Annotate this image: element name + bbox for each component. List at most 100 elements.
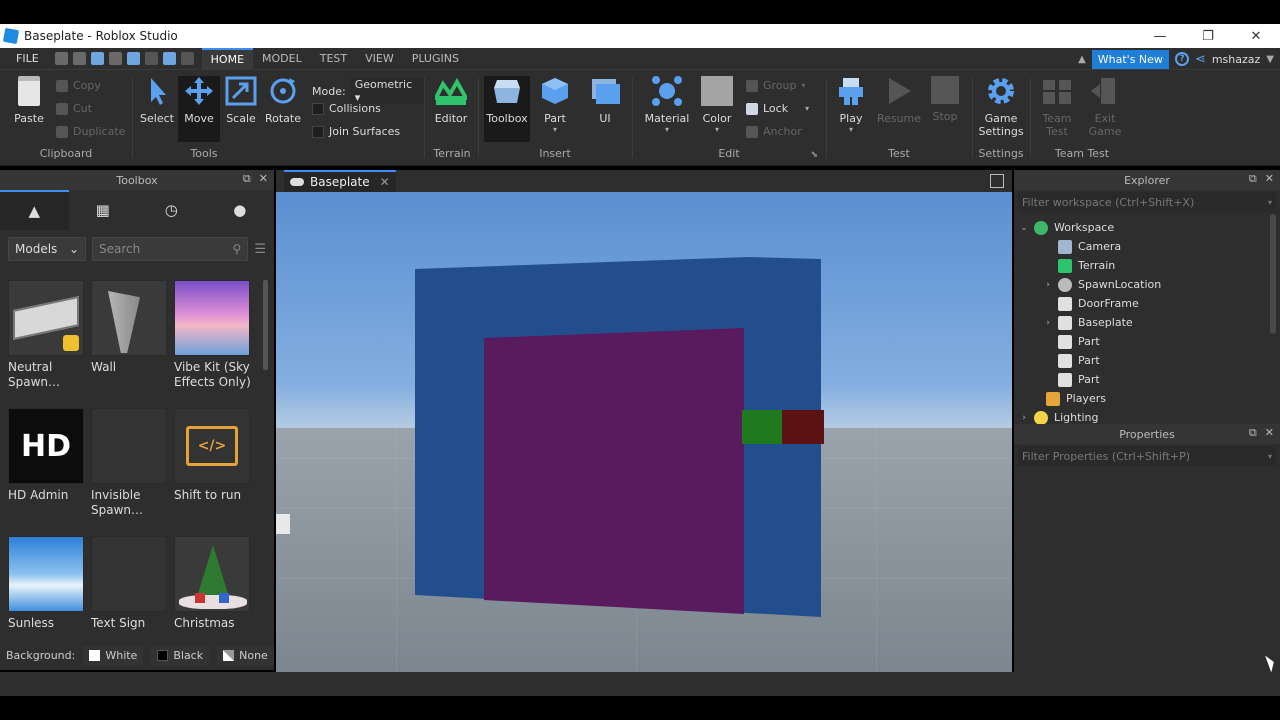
search-icon[interactable]: ⚲ [233,242,242,256]
share-icon[interactable]: ⋖ [1195,52,1206,67]
help-icon[interactable]: ? [1174,52,1189,66]
part-button[interactable]: Part ▾ [534,76,576,134]
undo-icon[interactable] [162,52,176,65]
new-icon[interactable] [72,52,86,65]
rotate-tool-button[interactable]: Rotate [262,76,304,125]
resume-button[interactable]: Resume [876,76,922,125]
edit-expand-icon[interactable]: ⬊ [810,150,818,160]
toolbox-item[interactable]: </> Shift to run [174,408,252,503]
collapse-arrow-icon[interactable]: ⌄ [1018,223,1030,233]
mode-dropdown[interactable]: Geometric ▾ [350,78,424,104]
minimize-button[interactable]: — [1136,24,1184,48]
username[interactable]: mshazaz [1212,53,1260,66]
cut-button[interactable]: Cut [56,102,92,115]
tree-node-players[interactable]: Players [1014,389,1280,408]
toolbox-item[interactable]: HD HD Admin [8,408,86,503]
plugin-icon[interactable] [126,52,140,65]
close-panel-icon[interactable]: ✕ [259,172,268,186]
tab-inventory[interactable]: ▦ [69,190,138,230]
join-surfaces-toggle[interactable]: Join Surfaces [312,125,400,138]
save-icon[interactable] [108,52,122,65]
material-dropdown-icon[interactable]: ▾ [644,125,690,134]
toolbox-item[interactable]: Vibe Kit (Sky Effects Only) [174,280,252,390]
stop-button[interactable]: Stop [924,76,966,123]
tree-node-doorframe[interactable]: DoorFrame [1014,294,1280,313]
chevron-down-icon[interactable]: ▾ [1268,452,1272,461]
background-white-option[interactable]: White [83,645,144,665]
tree-node-workspace[interactable]: ⌄ Workspace [1014,218,1280,237]
team-test-button[interactable]: Team Test [1036,76,1078,138]
close-panel-icon[interactable]: ✕ [1265,172,1274,186]
explorer-filter-input[interactable]: Filter workspace (Ctrl+Shift+X) ▾ [1018,192,1276,212]
tree-node-part[interactable]: Part [1014,351,1280,370]
undock-icon[interactable]: ⧉ [243,172,251,186]
close-panel-icon[interactable]: ✕ [1265,426,1274,440]
color-button[interactable]: Color ▾ [696,76,738,134]
collisions-checkbox[interactable] [312,102,324,115]
close-tab-icon[interactable]: ✕ [380,175,390,189]
expand-arrow-icon[interactable]: › [1018,413,1030,423]
fullscreen-icon[interactable] [990,174,1004,188]
maximize-button[interactable]: ❐ [1184,24,1232,48]
play-dropdown-icon[interactable]: ▾ [830,125,872,134]
group-button[interactable]: Group ▾ [746,79,806,92]
explorer-scrollbar[interactable] [1270,214,1276,334]
open-icon[interactable] [54,52,68,65]
toolbox-item[interactable]: Text Sign [91,536,169,631]
toolbox-item[interactable]: Wall [91,280,169,375]
toolbox-item[interactable]: Sunless [8,536,86,631]
game-settings-button[interactable]: Game Settings [978,76,1024,138]
tab-marketplace[interactable]: ▲ [0,190,69,230]
tree-node-part[interactable]: Part [1014,370,1280,389]
collapse-ribbon-icon[interactable]: ▲ [1078,54,1086,65]
duplicate-button[interactable]: Duplicate [56,125,125,138]
tab-creations[interactable]: ● [206,190,275,230]
tab-baseplate[interactable]: Baseplate ✕ [284,170,396,192]
move-tool-button[interactable]: Move [178,76,220,142]
terrain-editor-button[interactable]: Editor [430,76,472,125]
ui-button[interactable]: UI [584,76,626,125]
whats-new-button[interactable]: What's New [1091,49,1169,69]
collisions-toggle[interactable]: Collisions [312,102,381,115]
door-part[interactable] [484,328,744,614]
background-black-option[interactable]: Black [151,645,210,665]
3d-viewport[interactable] [276,192,1012,672]
anchor-button[interactable]: Anchor [746,125,802,138]
category-dropdown[interactable]: Models ⌄ [8,237,86,261]
lock-button[interactable]: Lock ▾ [746,102,809,115]
publish-icon[interactable] [90,52,104,65]
paste-button[interactable]: Paste [8,76,50,125]
tab-test[interactable]: TEST [311,48,356,70]
tree-node-baseplate[interactable]: › Baseplate [1014,313,1280,332]
toolbox-item[interactable]: Neutral Spawn… [8,280,86,390]
undock-icon[interactable]: ⧉ [1249,426,1257,440]
tab-plugins[interactable]: PLUGINS [403,48,468,70]
toolbox-button[interactable]: Toolbox [484,76,530,142]
properties-filter-input[interactable]: Filter Properties (Ctrl+Shift+P) ▾ [1018,446,1276,466]
select-tool-button[interactable]: Select [136,76,178,125]
scale-tool-button[interactable]: Scale [220,76,262,125]
tree-node-spawnlocation[interactable]: › SpawnLocation [1014,275,1280,294]
user-dropdown-icon[interactable]: ▼ [1266,54,1274,65]
toolbox-scrollbar[interactable] [263,280,268,370]
toolbox-item[interactable]: Invisible Spawn… [91,408,169,518]
undock-icon[interactable]: ⧉ [1249,172,1257,186]
maroon-part[interactable] [782,410,824,444]
exit-game-button[interactable]: Exit Game [1084,76,1126,138]
color-dropdown-icon[interactable]: ▾ [696,125,738,134]
tab-recent[interactable]: ◷ [137,190,206,230]
toolbox-search-input[interactable]: Search ⚲ [92,237,249,261]
chevron-down-icon[interactable]: ▾ [1268,198,1272,207]
expand-arrow-icon[interactable]: › [1042,318,1054,328]
tab-model[interactable]: MODEL [253,48,311,70]
stop-icon[interactable] [144,52,158,65]
green-part[interactable] [742,410,784,444]
join-surfaces-checkbox[interactable] [312,125,324,138]
tree-node-terrain[interactable]: Terrain [1014,256,1280,275]
copy-button[interactable]: Copy [56,79,101,92]
filter-icon[interactable]: ☰ [254,242,266,257]
play-button[interactable]: Play ▾ [830,76,872,134]
toolbox-item[interactable]: Christmas [174,536,252,631]
tab-home[interactable]: HOME [201,47,254,70]
tree-node-part[interactable]: Part [1014,332,1280,351]
